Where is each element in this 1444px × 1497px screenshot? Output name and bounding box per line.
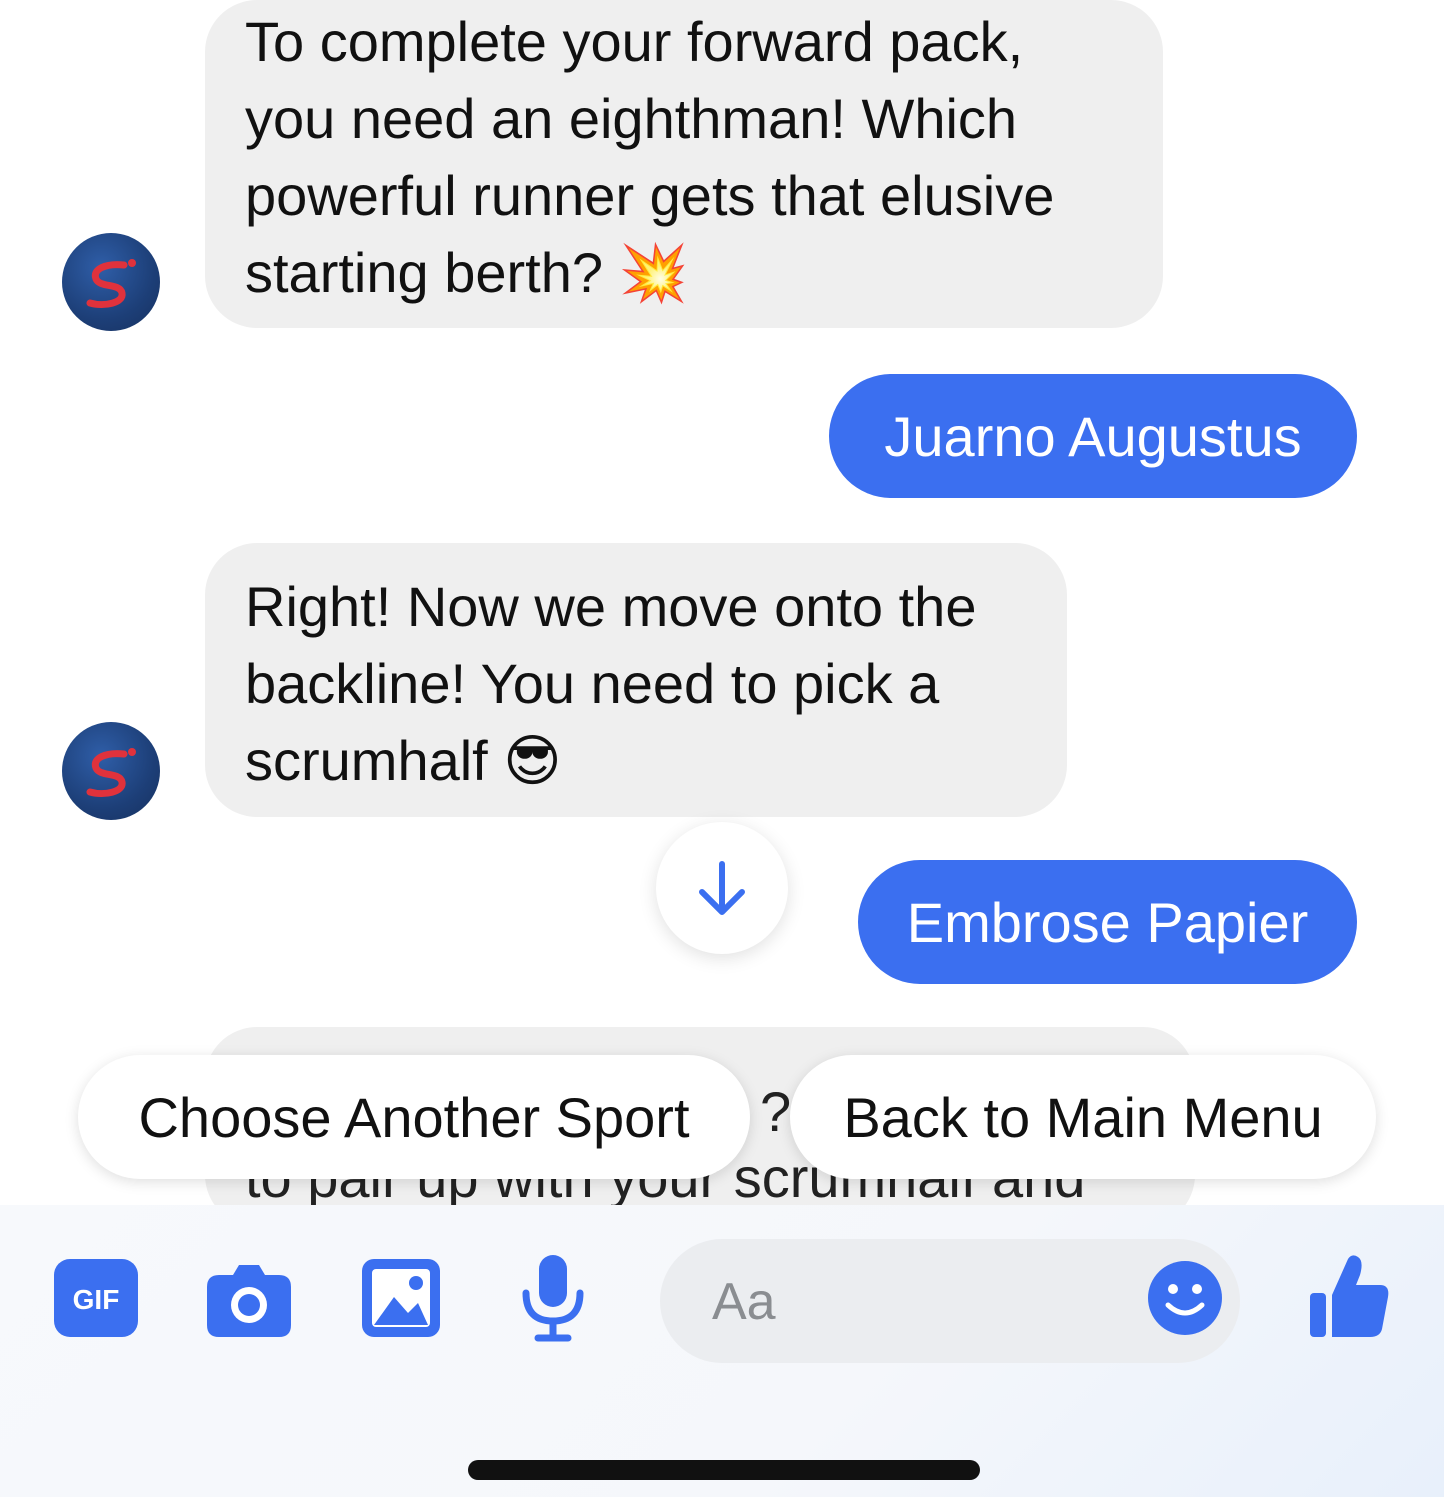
- message-text: Right! Now we move onto the backline! Yo…: [245, 575, 977, 792]
- quick-reply-back-to-main-menu[interactable]: Back to Main Menu: [790, 1055, 1376, 1179]
- supersport-logo-icon: [86, 748, 136, 798]
- quick-reply-choose-another-sport[interactable]: Choose Another Sport: [78, 1055, 750, 1179]
- message-input[interactable]: [710, 1263, 1134, 1341]
- thumbs-up-icon: [1310, 1255, 1389, 1337]
- arrow-down-icon: [699, 861, 745, 915]
- messenger-chat-screen: To complete your forward pack, you need …: [0, 0, 1444, 1497]
- message-text: To complete your forward pack, you need …: [245, 10, 1055, 304]
- gif-icon: GIF: [54, 1259, 138, 1337]
- microphone-icon: [522, 1255, 584, 1342]
- camera-icon: [207, 1265, 291, 1337]
- message-composer: GIF: [0, 1205, 1444, 1497]
- supersport-logo-icon: [86, 259, 136, 309]
- image-icon: [362, 1259, 440, 1337]
- bot-avatar[interactable]: [62, 722, 160, 820]
- user-message-bubble: Embrose Papier: [858, 860, 1357, 984]
- message-text: Juarno Augustus: [884, 404, 1302, 468]
- camera-button[interactable]: [205, 1257, 293, 1339]
- bot-message-bubble: Right! Now we move onto the backline! Yo…: [205, 543, 1067, 817]
- like-button[interactable]: [1308, 1251, 1392, 1341]
- user-message-bubble: Juarno Augustus: [829, 374, 1357, 498]
- scroll-to-bottom-button[interactable]: [656, 822, 788, 954]
- emoji-button[interactable]: [1146, 1259, 1224, 1337]
- image-button[interactable]: [360, 1257, 442, 1339]
- quick-reply-label: Back to Main Menu: [843, 1085, 1323, 1149]
- svg-text:GIF: GIF: [73, 1284, 120, 1315]
- bot-avatar[interactable]: [62, 233, 160, 331]
- gif-button[interactable]: GIF: [52, 1257, 140, 1339]
- quick-reply-label: Choose Another Sport: [138, 1085, 690, 1149]
- microphone-button[interactable]: [518, 1253, 588, 1343]
- message-text: Embrose Papier: [906, 890, 1309, 954]
- home-indicator: [468, 1460, 980, 1480]
- smiley-icon: [1148, 1261, 1222, 1335]
- bot-message-bubble: To complete your forward pack, you need …: [205, 0, 1163, 328]
